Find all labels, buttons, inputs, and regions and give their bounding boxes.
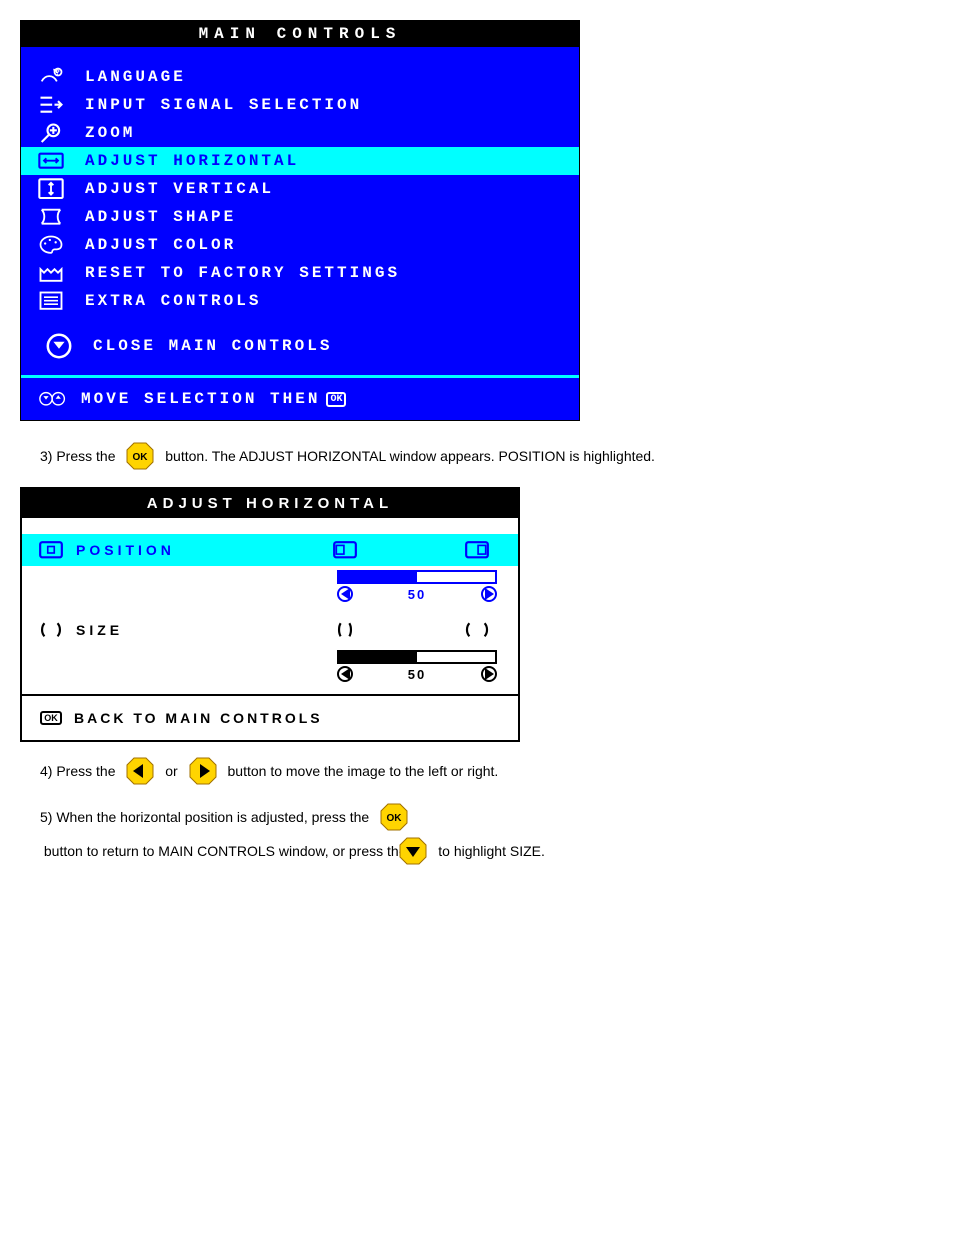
factory-reset-icon — [37, 262, 65, 284]
instr-text: 4) Press the — [40, 763, 119, 779]
menu-item-label: ADJUST COLOR — [85, 236, 236, 254]
menu-item-extra-controls[interactable]: EXTRA CONTROLS — [21, 287, 579, 315]
adjust-vertical-icon — [37, 178, 65, 200]
footer-text: MOVE SELECTION THEN — [81, 390, 320, 408]
instr-text: 5) When the horizontal position is adjus… — [40, 809, 373, 825]
svg-text:OK: OK — [387, 813, 403, 824]
adjust-horizontal-panel: ADJUST HORIZONTAL POSITION — [20, 487, 520, 742]
size-value: 50 — [408, 667, 426, 682]
adjust-row-label: POSITION — [76, 542, 175, 558]
adjust-row-position[interactable]: POSITION — [22, 534, 518, 566]
adjust-body: POSITION 50 — [22, 518, 518, 694]
size-wide-icon — [464, 620, 490, 640]
main-controls-title: MAIN CONTROLS — [21, 21, 579, 47]
size-icon — [38, 620, 64, 640]
position-bar-fill — [339, 572, 417, 582]
menu-item-input-signal[interactable]: INPUT SIGNAL SELECTION — [21, 91, 579, 119]
menu-item-label: ZOOM — [85, 124, 135, 142]
adjust-row-size[interactable]: SIZE — [22, 614, 518, 646]
close-down-icon — [45, 335, 73, 357]
instruction-step-4: 4) Press the or button to move the image… — [40, 756, 934, 786]
instr-text: button to return to MAIN CONTROLS window… — [40, 843, 410, 859]
menu-item-adjust-color[interactable]: ADJUST COLOR — [21, 231, 579, 259]
menu-item-factory-reset[interactable]: RESET TO FACTORY SETTINGS — [21, 259, 579, 287]
adjust-shape-icon — [37, 206, 65, 228]
up-down-icon — [39, 388, 67, 410]
menu-item-label: ADJUST HORIZONTAL — [85, 152, 299, 170]
right-button-icon — [188, 756, 218, 786]
adjust-row-label: SIZE — [76, 622, 123, 638]
position-right-icon — [464, 540, 490, 560]
back-label: BACK TO MAIN CONTROLS — [74, 710, 323, 726]
instr-text: or — [161, 763, 181, 779]
menu-item-label: EXTRA CONTROLS — [85, 292, 261, 310]
menu-list: ? LANGUAGE INPUT SIGNAL SELECTION ZOOM A… — [21, 47, 579, 375]
back-to-main[interactable]: OK BACK TO MAIN CONTROLS — [22, 694, 518, 740]
position-bar — [337, 570, 497, 584]
size-bar-region: 50 — [22, 646, 518, 694]
menu-item-label: LANGUAGE — [85, 68, 186, 86]
right-arrow-icon[interactable] — [481, 586, 497, 602]
menu-item-label: INPUT SIGNAL SELECTION — [85, 96, 362, 114]
adjust-color-icon — [37, 234, 65, 256]
adjust-horizontal-icon — [37, 150, 65, 172]
adjust-title: ADJUST HORIZONTAL — [22, 489, 518, 518]
close-main-controls[interactable]: CLOSE MAIN CONTROLS — [21, 315, 579, 375]
input-signal-icon — [37, 94, 65, 116]
position-value: 50 — [408, 587, 426, 602]
menu-item-adjust-vertical[interactable]: ADJUST VERTICAL — [21, 175, 579, 203]
right-arrow-icon[interactable] — [481, 666, 497, 682]
position-left-icon — [332, 540, 358, 560]
footer-hint: MOVE SELECTION THEN OK — [21, 375, 579, 420]
svg-text:?: ? — [56, 70, 64, 78]
zoom-icon — [37, 122, 65, 144]
left-arrow-icon[interactable] — [337, 586, 353, 602]
instruction-step-5: 5) When the horizontal position is adjus… — [40, 802, 740, 866]
menu-item-zoom[interactable]: ZOOM — [21, 119, 579, 147]
left-arrow-icon[interactable] — [337, 666, 353, 682]
language-icon: ? — [37, 66, 65, 88]
ok-button-icon: OK — [125, 441, 155, 471]
svg-text:OK: OK — [133, 452, 149, 463]
main-controls-panel: MAIN CONTROLS ? LANGUAGE INPUT SIGNAL SE… — [20, 20, 580, 421]
ok-box-icon: OK — [38, 708, 64, 728]
ok-icon: OK — [326, 392, 346, 407]
position-icon — [38, 540, 64, 560]
menu-item-label: ADJUST SHAPE — [85, 208, 236, 226]
close-label: CLOSE MAIN CONTROLS — [93, 337, 332, 355]
instr-text: to highlight SIZE. — [434, 843, 545, 859]
instruction-step-3: 3) Press the OK button. The ADJUST HORIZ… — [40, 441, 934, 471]
instr-text: button to move the image to the left or … — [224, 763, 499, 779]
extra-controls-icon — [37, 290, 65, 312]
size-bar — [337, 650, 497, 664]
position-bar-region: 50 — [22, 566, 518, 614]
ok-button-icon: OK — [379, 802, 409, 832]
menu-item-language[interactable]: ? LANGUAGE — [21, 63, 579, 91]
menu-item-adjust-shape[interactable]: ADJUST SHAPE — [21, 203, 579, 231]
left-button-icon — [125, 756, 155, 786]
size-bar-fill — [339, 652, 417, 662]
size-narrow-icon — [332, 620, 358, 640]
menu-item-adjust-horizontal[interactable]: ADJUST HORIZONTAL — [21, 147, 579, 175]
menu-item-label: ADJUST VERTICAL — [85, 180, 274, 198]
down-button-icon — [398, 836, 428, 866]
instr-text: button. The ADJUST HORIZONTAL window app… — [161, 448, 655, 464]
menu-item-label: RESET TO FACTORY SETTINGS — [85, 264, 400, 282]
instr-text: 3) Press the — [40, 448, 119, 464]
